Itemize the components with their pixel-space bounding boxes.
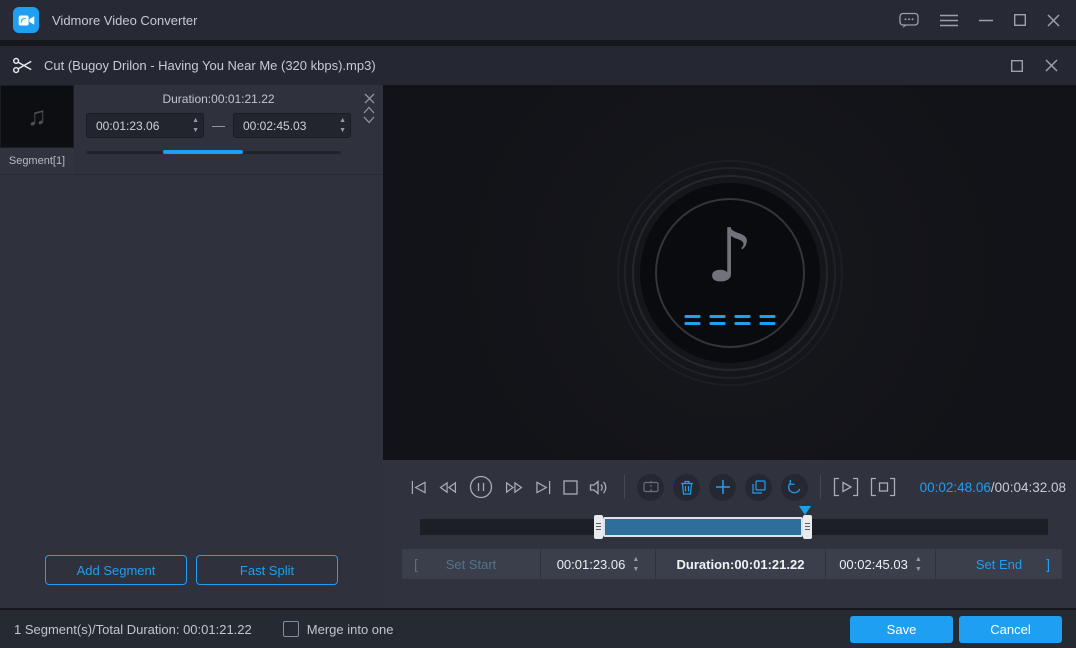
stop-segment-button[interactable] bbox=[870, 477, 896, 497]
spinner-up-icon[interactable]: ▲ bbox=[192, 117, 199, 124]
segment-end-time-input[interactable]: 00:02:45.03 ▲ ▼ bbox=[233, 113, 351, 138]
pause-icon[interactable] bbox=[469, 475, 493, 499]
close-icon[interactable] bbox=[1047, 14, 1060, 27]
spinner-up-icon[interactable]: ▲ bbox=[632, 556, 639, 563]
trim-duration-label: Duration:00:01:21.22 bbox=[677, 557, 805, 572]
split-segment-button[interactable] bbox=[637, 474, 664, 501]
playback-controls-area: 00:02:48.06/00:04:32.08 [ Set Start bbox=[383, 460, 1076, 608]
mini-track-fill bbox=[163, 150, 243, 154]
spinner-down-icon[interactable]: ▼ bbox=[339, 127, 346, 134]
toolbar-separator bbox=[820, 475, 821, 499]
set-start-bracket: [ bbox=[414, 556, 418, 572]
timeline bbox=[420, 506, 1048, 540]
disc-outer-ring: ♪ bbox=[617, 160, 843, 386]
timeline-playhead[interactable] bbox=[799, 506, 811, 515]
segment-thumbnail: ♫ bbox=[0, 85, 74, 148]
feedback-icon[interactable] bbox=[899, 12, 919, 29]
segments-summary: 1 Segment(s)/Total Duration: 00:01:21.22 bbox=[14, 622, 252, 637]
add-segment-icon-button[interactable] bbox=[709, 474, 736, 501]
scissors-icon bbox=[12, 56, 34, 75]
reset-button[interactable] bbox=[781, 474, 808, 501]
trim-start-spinner[interactable]: ▲ ▼ bbox=[632, 556, 639, 573]
set-start-button[interactable]: Set Start bbox=[446, 557, 497, 572]
minimize-icon[interactable] bbox=[979, 19, 993, 22]
fast-split-button[interactable]: Fast Split bbox=[196, 555, 338, 585]
app-window: Vidmore Video Converter Cut (Bugoy Drilo bbox=[0, 0, 1076, 648]
trim-bar: [ Set Start 00:01:23.06 ▲ ▼ Duration:00:… bbox=[402, 549, 1062, 579]
cut-dialog-title: Cut (Bugoy Drilon - Having You Near Me (… bbox=[44, 58, 376, 73]
dialog-footer: 1 Segment(s)/Total Duration: 00:01:21.22… bbox=[0, 608, 1076, 648]
menu-icon[interactable] bbox=[940, 14, 958, 27]
fast-forward-icon[interactable] bbox=[504, 481, 524, 494]
segment-end-time-value: 00:02:45.03 bbox=[243, 119, 339, 133]
set-end-button[interactable]: Set End bbox=[976, 557, 1022, 572]
set-end-bracket: ] bbox=[1046, 556, 1050, 572]
segment-move-up-icon[interactable] bbox=[363, 106, 375, 114]
cancel-button[interactable]: Cancel bbox=[959, 616, 1062, 643]
save-button[interactable]: Save bbox=[850, 616, 953, 643]
app-titlebar: Vidmore Video Converter bbox=[0, 0, 1076, 40]
spinner-down-icon[interactable]: ▼ bbox=[632, 566, 639, 573]
total-time: 00:04:32.08 bbox=[995, 480, 1066, 495]
segment-end-spinner[interactable]: ▲ ▼ bbox=[339, 117, 346, 134]
rewind-icon[interactable] bbox=[438, 481, 458, 494]
trim-handle-left[interactable] bbox=[594, 515, 603, 539]
delete-segment-button[interactable] bbox=[673, 474, 700, 501]
current-time: 00:02:48.06 bbox=[920, 480, 991, 495]
spinner-down-icon[interactable]: ▼ bbox=[915, 566, 922, 573]
dialog-close-icon[interactable] bbox=[1045, 59, 1058, 72]
segment-start-time-input[interactable]: 00:01:23.06 ▲ ▼ bbox=[86, 113, 204, 138]
segment-label: Segment[1] bbox=[0, 148, 74, 174]
app-logo-icon bbox=[13, 7, 39, 33]
merge-checkbox[interactable] bbox=[283, 621, 299, 637]
segment-duration-label: Duration:00:01:21.22 bbox=[86, 92, 351, 106]
segment-start-time-value: 00:01:23.06 bbox=[96, 119, 192, 133]
segment-delete-icon[interactable] bbox=[364, 93, 375, 104]
add-segment-button[interactable]: Add Segment bbox=[45, 555, 187, 585]
segment-panel: ♫ Segment[1] Duration:00:01:21.22 00:01:… bbox=[0, 85, 383, 608]
segment-list-area bbox=[0, 175, 383, 555]
stop-icon[interactable] bbox=[563, 480, 578, 495]
maximize-icon[interactable] bbox=[1014, 14, 1026, 26]
dialog-maximize-icon[interactable] bbox=[1011, 60, 1023, 72]
spinner-down-icon[interactable]: ▼ bbox=[192, 127, 199, 134]
music-notes-icon: ♫ bbox=[27, 101, 47, 132]
audio-disc: ♪ bbox=[640, 183, 820, 363]
trim-end-time-value: 00:02:45.03 bbox=[839, 557, 908, 572]
range-separator: — bbox=[212, 118, 225, 133]
trim-end-time-input[interactable]: 00:02:45.03 ▲ ▼ bbox=[825, 549, 935, 579]
equalizer-icon bbox=[684, 315, 775, 325]
spinner-up-icon[interactable]: ▲ bbox=[915, 556, 922, 563]
merge-label: Merge into one bbox=[307, 622, 394, 637]
next-frame-icon[interactable] bbox=[535, 480, 552, 495]
volume-icon[interactable] bbox=[589, 479, 610, 496]
copy-segment-button[interactable] bbox=[745, 474, 772, 501]
segment-move-down-icon[interactable] bbox=[363, 116, 375, 124]
trim-handle-right[interactable] bbox=[803, 515, 812, 539]
cut-dialog-titlebar: Cut (Bugoy Drilon - Having You Near Me (… bbox=[0, 46, 1076, 85]
previous-frame-icon[interactable] bbox=[410, 480, 427, 495]
segment-start-spinner[interactable]: ▲ ▼ bbox=[192, 117, 199, 134]
segment-thumbnail-item[interactable]: ♫ Segment[1] bbox=[0, 85, 74, 174]
play-segment-button[interactable] bbox=[833, 477, 859, 497]
segment-editor: ♫ Segment[1] Duration:00:01:21.22 00:01:… bbox=[0, 85, 383, 175]
app-title: Vidmore Video Converter bbox=[52, 13, 198, 28]
timeline-selection[interactable] bbox=[603, 517, 803, 537]
trim-end-spinner[interactable]: ▲ ▼ bbox=[915, 556, 922, 573]
trim-start-time-value: 00:01:23.06 bbox=[557, 557, 626, 572]
toolbar-separator bbox=[624, 475, 625, 499]
audio-preview-area: ♪ bbox=[383, 85, 1076, 460]
trim-start-time-input[interactable]: 00:01:23.06 ▲ ▼ bbox=[540, 549, 655, 579]
time-display: 00:02:48.06/00:04:32.08 bbox=[920, 480, 1066, 495]
spinner-up-icon[interactable]: ▲ bbox=[339, 117, 346, 124]
segment-mini-track bbox=[86, 151, 341, 154]
